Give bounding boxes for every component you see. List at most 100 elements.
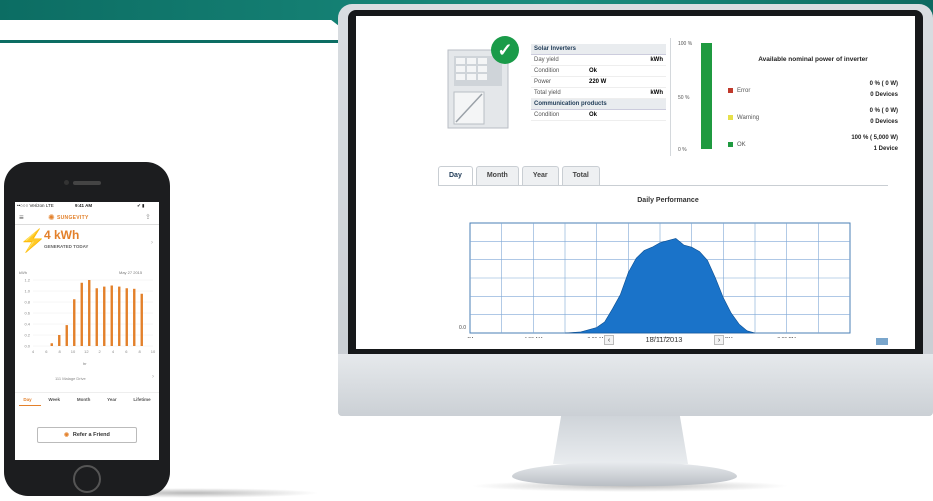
solar-inverters-header: Solar Inverters (531, 44, 666, 55)
y-tick-label: 1.0 (24, 289, 30, 294)
warning-swatch (728, 115, 733, 120)
hourly-bar (125, 288, 128, 346)
date-label: 18/11/2013 (645, 335, 683, 344)
x-tick-label: 4 (32, 349, 35, 354)
active-tab-underline (19, 405, 41, 406)
chart-unit-label: kWh (19, 270, 27, 275)
site-address: 111 Malage Drive (55, 376, 86, 381)
y-tick-label: 0.4 (24, 322, 30, 327)
status-bar: ••○○○ Verizon LTE 9:41 AM ✔ ▮ (15, 202, 159, 210)
y-tick-label: 1.2 (24, 278, 30, 283)
monitor-stand-base (512, 462, 737, 486)
tab-lifetime[interactable]: Lifetime (133, 397, 150, 406)
hourly-bar (88, 280, 91, 346)
error-swatch (728, 88, 733, 93)
tab-year[interactable]: Year (521, 166, 559, 186)
x-tick-label: 4:00 AM (524, 337, 542, 338)
apple-logo-icon (626, 382, 648, 408)
kwh-generated-label: GENERATED TODAY (44, 244, 89, 249)
brand-name: SUNGEVITY (57, 215, 89, 221)
hourly-bar (95, 288, 98, 346)
x-tick-label: 2 (99, 349, 102, 354)
hourly-bar (50, 343, 53, 346)
status-row-error: Error 0 % ( 0 W) 0 Devices (728, 81, 898, 98)
x-tick-label: 8 (59, 349, 62, 354)
next-date-button[interactable]: › (714, 335, 724, 345)
phone-screen: ••○○○ Verizon LTE 9:41 AM ✔ ▮ ≡ ✺ SUNGEV… (15, 202, 159, 460)
home-button[interactable] (73, 465, 101, 493)
gauge-label-top: 100 % (678, 41, 693, 47)
info-row: Day yield kWh (531, 55, 666, 66)
tab-month[interactable]: Month (77, 397, 91, 406)
y-tick-label: 0.6 (24, 311, 30, 316)
info-row: Total yield kWh (531, 88, 666, 99)
tab-total[interactable]: Total (561, 166, 600, 186)
panel-divider (670, 38, 671, 156)
ok-swatch (728, 142, 733, 147)
y-tick-label: 0.8 (24, 300, 30, 305)
inverter-info-table: Solar Inverters Day yield kWh Condition Ok… (531, 44, 666, 121)
status-row-ok: OK 100 % ( 5,000 W) 1 Device (728, 135, 898, 152)
tab-month[interactable]: Month (475, 166, 519, 186)
y-tick-label: 0.0 (459, 325, 466, 331)
product-showcase: ✓ Solar Inverters Day yield kWh Condition… (0, 0, 933, 501)
phone: ••○○○ Verizon LTE 9:41 AM ✔ ▮ ≡ ✺ SUNGEV… (4, 162, 170, 496)
info-row: Condition Ok (531, 110, 666, 121)
share-icon[interactable]: ⇪ (145, 213, 151, 221)
date-navigator: ‹ 18/11/2013 › (604, 335, 724, 347)
time-label: 9:41 AM (75, 203, 93, 208)
daily-performance-chart: 4M4:00 AM8:00 AM12:00 PM4:00 PM8:00 PM0.… (459, 222, 851, 338)
status-row-warning: Warning 0 % ( 0 W) 0 Devices (728, 108, 898, 125)
camera-icon (64, 180, 69, 185)
lightning-icon: ⚡ (19, 228, 47, 253)
x-tick-label: 8:00 PM (777, 337, 796, 338)
menu-icon[interactable]: ≡ (19, 213, 24, 222)
gift-icon: ◉ (64, 432, 69, 438)
info-row: Power 220 W (531, 77, 666, 88)
gauge-scale: 100 % 50 % 0 % (678, 38, 698, 158)
monitor-screen: ✓ Solar Inverters Day yield kWh Condition… (356, 16, 915, 349)
sun-logo-icon: ✺ (48, 213, 55, 222)
carrier-label: ••○○○ Verizon LTE (17, 203, 54, 208)
refer-a-friend-button[interactable]: ◉ Refer a Friend (37, 427, 137, 443)
y-tick-label: 0.2 (24, 333, 30, 338)
banner-tab-cutout (0, 20, 360, 42)
app-nav-bar: ≡ ✺ SUNGEVITY ⇪ (15, 211, 159, 225)
chevron-right-icon[interactable]: › (152, 374, 154, 380)
tab-baseline (438, 185, 888, 186)
x-tick-label: 8 (139, 349, 142, 354)
tab-week[interactable]: Week (48, 397, 60, 406)
hourly-bar (58, 335, 61, 346)
chart-title: Daily Performance (637, 197, 699, 204)
gauge-label-bottom: 0 % (678, 147, 687, 153)
hourly-bar (140, 293, 143, 346)
availability-title: Available nominal power of inverter (758, 56, 868, 63)
y-tick-label: 0.0 (24, 344, 30, 349)
hourly-bar (118, 286, 121, 346)
x-tick-label: 10 (151, 349, 156, 354)
chart-menu-icon[interactable] (876, 338, 888, 345)
x-tick-label: 6 (125, 349, 128, 354)
hourly-bar (103, 286, 106, 346)
speaker-grille (73, 181, 101, 185)
chart-date-label: May 27 2015 (119, 270, 143, 275)
hourly-bar (73, 299, 76, 346)
hourly-bar-chart: 1.21.00.80.60.40.20.04 6 8 10 12 2 4 6 8 10 (24, 278, 156, 355)
x-axis-sub-label: hr (83, 361, 87, 366)
x-tick-label: 6 (45, 349, 48, 354)
hourly-bar (133, 288, 136, 346)
prev-date-button[interactable]: ‹ (604, 335, 614, 345)
kwh-generated-value: 4 kWh (44, 228, 80, 242)
tab-day[interactable]: Day (438, 166, 473, 186)
hourly-bar (110, 285, 113, 346)
gauge-label-mid: 50 % (678, 95, 690, 101)
tab-year[interactable]: Year (107, 397, 117, 406)
power-gauge-bar (701, 43, 712, 149)
communication-products-header: Communication products (531, 99, 666, 110)
status-ok-icon: ✓ (491, 36, 519, 64)
hourly-bar (65, 325, 68, 346)
battery-icon: ✔ ▮ (137, 203, 145, 208)
chevron-right-icon[interactable]: › (151, 240, 153, 246)
hourly-bar (80, 282, 83, 346)
x-tick-label: 10 (71, 349, 76, 354)
